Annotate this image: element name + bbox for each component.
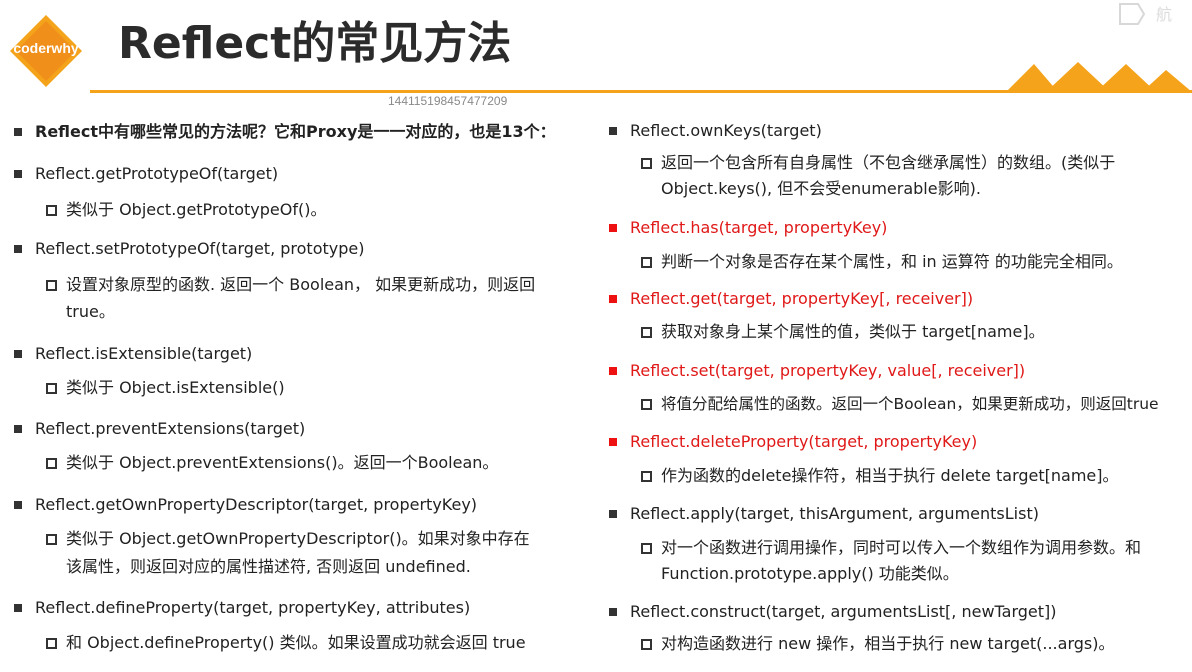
hollow-square-bullet-icon [641,399,652,410]
square-bullet-icon [14,425,22,433]
desc-text: 对一个函数进行调用操作，同时可以传入一个数组作为调用参数。和 [661,538,1142,557]
hollow-square-bullet-icon [641,257,652,268]
hollow-square-bullet-icon [641,158,652,169]
red-square-bullet-icon [609,224,617,232]
hollow-square-bullet-icon [641,471,652,482]
red-square-bullet-icon [609,295,617,303]
desc-text: 类似于 Object.getOwnPropertyDescriptor()。如果… [66,529,530,548]
square-bullet-icon [14,128,22,136]
desc-text: 类似于 Object.preventExtensions()。返回一个Boole… [66,453,499,472]
hollow-square-bullet-icon [46,534,57,545]
square-bullet-icon [14,350,22,358]
square-bullet-icon [14,604,22,612]
method-name: Reflect.get(target, propertyKey[, receiv… [630,289,974,308]
coderwhy-logo: coderwhy [8,13,84,89]
method-name: Reflect.construct(target, argumentsList[… [630,602,1057,621]
desc-continuation: 该属性，则返回对应的属性描述符, 否则返回 undefined. [66,557,471,576]
hollow-square-bullet-icon [46,383,57,394]
method-name: Reflect.apply(target, thisArgument, argu… [630,504,1039,523]
hollow-square-bullet-icon [46,205,57,216]
page-title: Reflect的常见方法 [118,18,512,69]
desc-continuation: true。 [66,302,115,321]
square-bullet-icon [609,608,617,616]
square-bullet-icon [14,501,22,509]
desc-text: 判断一个对象是否存在某个属性，和 in 运算符 的功能完全相同。 [661,252,1123,271]
corner-watermark-icon: 航 [1119,3,1172,25]
method-name: Reflect.isExtensible(target) [35,344,253,363]
svg-text:航: 航 [1156,5,1172,24]
desc-text: 将值分配给属性的函数。返回一个Boolean，如果更新成功，则返回true [661,395,1159,413]
desc-text: 类似于 Object.isExtensible() [66,378,285,397]
red-square-bullet-icon [609,438,617,446]
desc-text: 返回一个包含所有自身属性（不包含继承属性）的数组。(类似于 [661,153,1116,172]
method-name: Reflect.preventExtensions(target) [35,419,306,438]
hollow-square-bullet-icon [46,280,57,291]
method-name: Reflect.setPrototypeOf(target, prototype… [35,239,365,258]
desc-text: 设置对象原型的函数. 返回一个 Boolean， 如果更新成功，则返回 [66,275,536,294]
hollow-square-bullet-icon [46,638,57,649]
method-name: Reflect.deleteProperty(target, propertyK… [630,432,978,451]
id-watermark: 144115198457477209 [388,94,508,108]
mountain-decoration-icon [1006,62,1192,92]
desc-text: 类似于 Object.getPrototypeOf()。 [66,200,327,219]
intro-text: Reflect中有哪些常见的方法呢？它和Proxy是一一对应的，也是13个： [35,122,556,141]
square-bullet-icon [609,127,617,135]
desc-text: 作为函数的delete操作符，相当于执行 delete target[name]… [661,466,1119,485]
square-bullet-icon [609,510,617,518]
desc-text: 对构造函数进行 new 操作，相当于执行 new target(...args)… [661,634,1115,653]
desc-text: 获取对象身上某个属性的值，类似于 target[name]。 [661,322,1045,341]
red-square-bullet-icon [609,367,617,375]
hollow-square-bullet-icon [641,543,652,554]
desc-continuation: Function.prototype.apply() 功能类似。 [661,564,959,583]
hollow-square-bullet-icon [46,458,57,469]
method-name: Reflect.getOwnPropertyDescriptor(target,… [35,495,478,514]
hollow-square-bullet-icon [641,327,652,338]
logo-text: coderwhy [13,40,79,56]
desc-continuation: Object.keys(), 但不会受enumerable影响). [661,179,981,198]
method-name: Reflect.defineProperty(target, propertyK… [35,598,471,617]
square-bullet-icon [14,170,22,178]
square-bullet-icon [14,245,22,253]
desc-text: 和 Object.defineProperty() 类似。如果设置成功就会返回 … [66,633,526,652]
hollow-square-bullet-icon [641,639,652,650]
method-name: Reflect.getPrototypeOf(target) [35,164,279,183]
method-name: Reflect.set(target, propertyKey, value[,… [630,361,1026,380]
header-divider [90,90,1192,93]
method-name: Reflect.has(target, propertyKey) [630,218,888,237]
method-name: Reflect.ownKeys(target) [630,121,822,140]
